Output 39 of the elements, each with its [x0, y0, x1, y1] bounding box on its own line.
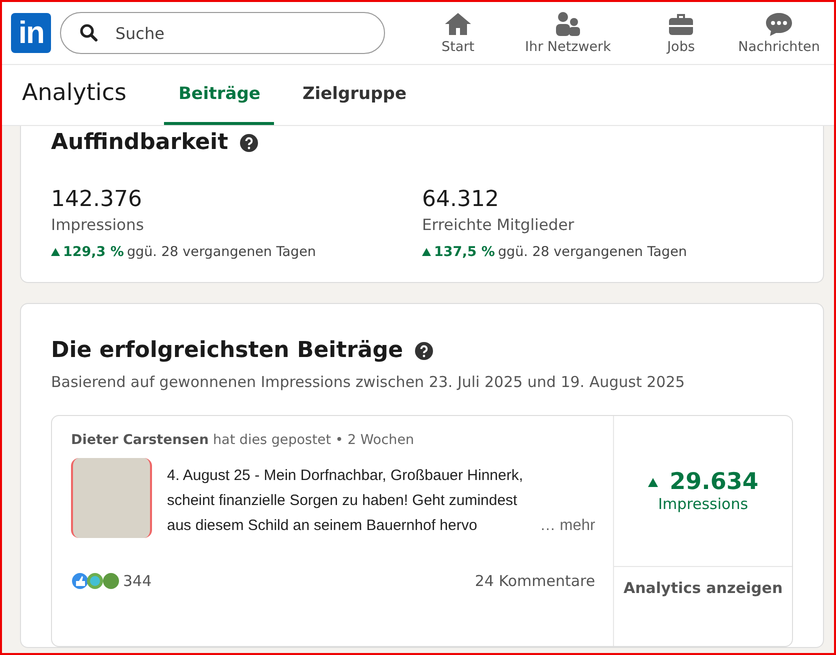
- reaction-icons: [71, 572, 121, 590]
- nav-item[interactable]: Nachrichten: [724, 12, 834, 54]
- nav-item[interactable]: Start: [418, 12, 498, 54]
- up-triangle-icon: [648, 478, 658, 486]
- search-icon: [79, 23, 100, 43]
- metric-value: 64.312: [422, 187, 500, 212]
- home-icon: [444, 12, 472, 36]
- change-percent: 129,3 %: [63, 244, 124, 260]
- briefcase-icon: [668, 12, 694, 36]
- comparison-text: ggü. 28 vergangenen Tagen: [498, 244, 687, 260]
- post-byline: Dieter Carstensen hat dies gepostet • 2 Wochen: [71, 432, 416, 448]
- help-icon[interactable]: [415, 342, 434, 360]
- people-icon: [555, 12, 581, 36]
- analytics-link[interactable]: Analytics anzeigen: [614, 579, 792, 597]
- impressions-label: Impressions: [658, 495, 748, 513]
- nav-item[interactable]: Ihr Netzwerk: [498, 12, 638, 54]
- up-triangle-icon: [422, 248, 431, 256]
- section-title: Die erfolgreichsten Beiträge: [51, 338, 404, 363]
- logo-icon[interactable]: in: [11, 13, 52, 53]
- change-percent: 137,5 %: [434, 244, 495, 260]
- section-subtitle: Basierend auf gewonnenen Impressions zwischen 23. Juli 2025 und 19. August 2025: [51, 373, 686, 391]
- impressions-value: 29.634: [670, 469, 758, 495]
- search-field[interactable]: Suche: [113, 22, 378, 44]
- chat-icon: [765, 12, 793, 36]
- section-title: Auffindbarkeit: [51, 130, 228, 155]
- reaction-count[interactable]: 344: [123, 572, 152, 590]
- help-icon[interactable]: [240, 134, 258, 152]
- metric-label: Impressions: [51, 216, 145, 234]
- more-link[interactable]: … mehr: [540, 513, 596, 538]
- post-text: 4. August 25 - Mein Dorfnachbar, Großbauer Hinnerk, scheint finanzielle Sorgen zu haben! Geht zumindest aus diesem Schild an seinem Bauernhof hervo: [167, 466, 524, 536]
- nav-item[interactable]: Jobs: [638, 12, 724, 54]
- page-title: Analytics: [22, 80, 126, 106]
- comment-count[interactable]: 24 Kommentare: [474, 572, 596, 590]
- metric-value: 142.376: [51, 187, 143, 212]
- up-triangle-icon: [51, 248, 60, 256]
- search-bar[interactable]: Suche: [60, 12, 385, 54]
- tab[interactable]: Zielgruppe: [288, 65, 420, 125]
- metric-label: Erreichte Mitglieder: [422, 216, 576, 234]
- comparison-text: ggü. 28 vergangenen Tagen: [126, 244, 316, 260]
